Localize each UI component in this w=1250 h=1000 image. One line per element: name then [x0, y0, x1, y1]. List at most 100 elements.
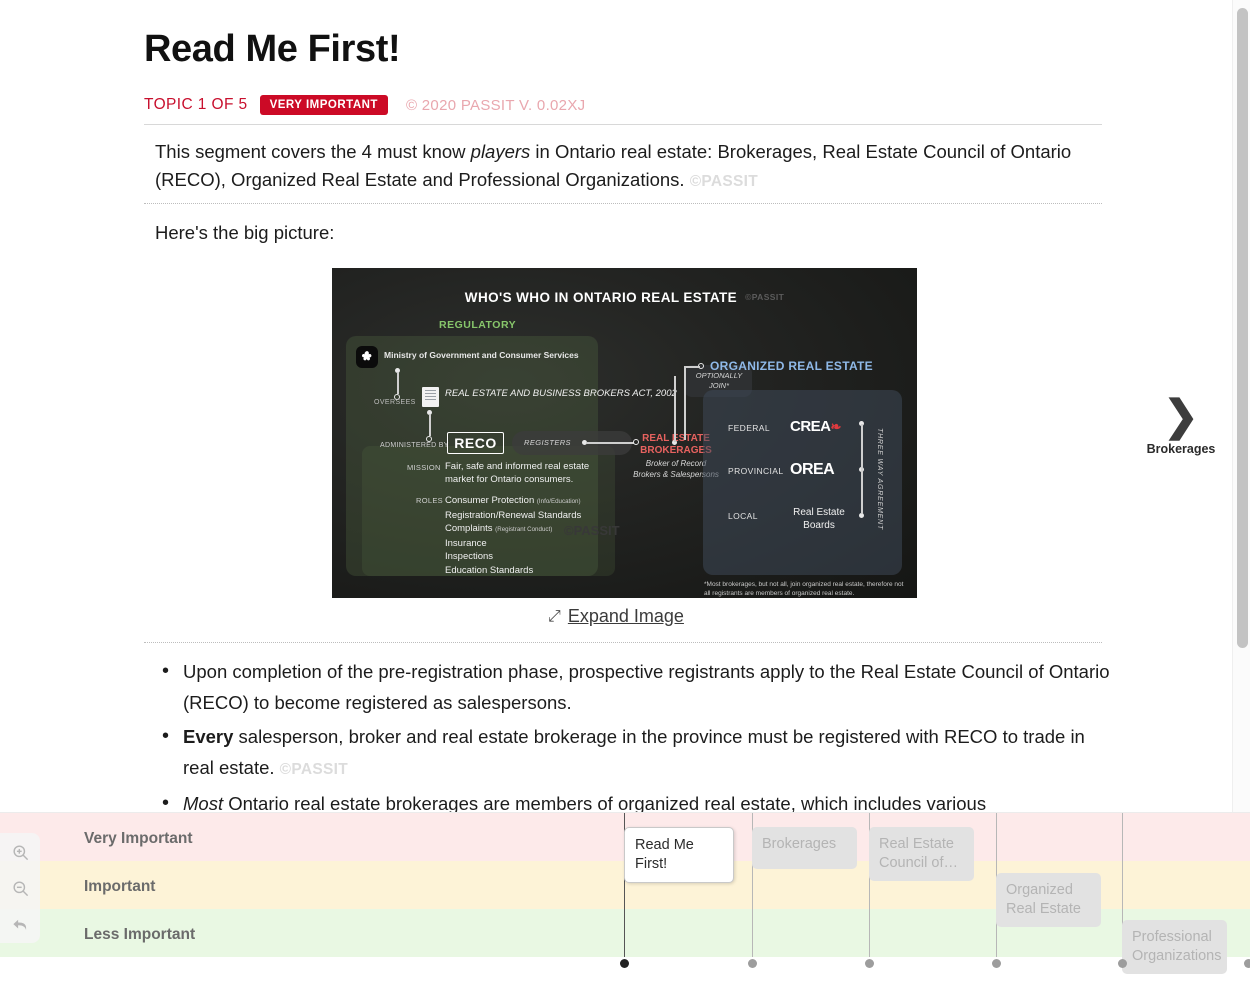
bullet-emphasis: Most: [183, 793, 224, 812]
crea-text: CREA: [790, 418, 831, 435]
app-root: Read Me First! TOPIC 1 OF 5 VERY IMPORTA…: [0, 0, 1250, 1000]
diagram-figure[interactable]: WHO'S WHO IN ONTARIO REAL ESTATE ©PASSIT …: [332, 268, 917, 598]
regulatory-label: REGULATORY: [439, 319, 517, 331]
orea-logo: OREA: [790, 461, 835, 478]
bullet-list: Upon completion of the pre-registration …: [155, 656, 1110, 812]
role-item: Complaints (Registrant Conduct): [445, 522, 581, 537]
real-estate-boards-label: Real Estate Boards: [793, 507, 845, 531]
lead-in-text: Here's the big picture:: [155, 222, 335, 243]
list-item: Every salesperson, broker and real estat…: [155, 721, 1110, 785]
divider-after-intro: [144, 203, 1102, 204]
band-label-important: Important: [84, 878, 156, 895]
timeline-dot[interactable]: [865, 959, 874, 968]
vertical-scrollbar-thumb[interactable]: [1237, 8, 1248, 648]
bullet-text: Upon completion of the pre-registration …: [183, 661, 1110, 713]
timeline-dot-active[interactable]: [620, 959, 629, 968]
next-topic-nav[interactable]: ❯ Brokerages: [1130, 395, 1232, 457]
expand-arrows-icon: ⤢: [548, 607, 561, 625]
bullet-text: Ontario real estate brokerages are membe…: [223, 793, 987, 812]
three-way-agreement-label: THREE WAY AGREEMENT: [876, 428, 883, 531]
role-main: Consumer Protection: [445, 495, 535, 506]
who-is-who-diagram[interactable]: WHO'S WHO IN ONTARIO REAL ESTATE ©PASSIT …: [332, 268, 917, 598]
level-provincial-label: PROVINCIAL: [728, 466, 784, 476]
role-item: Consumer Protection (Info/Education): [445, 494, 581, 509]
crea-logo: CREA❧: [790, 418, 841, 435]
level-local-label: LOCAL: [728, 511, 758, 521]
vertical-scrollbar-track[interactable]: [1232, 0, 1250, 812]
expand-image-link[interactable]: Expand Image: [568, 606, 684, 627]
timeline-card[interactable]: Brokerages: [752, 827, 857, 869]
timeline-dot[interactable]: [1244, 959, 1250, 968]
oversees-label: OVERSEES: [374, 399, 416, 406]
diagram-watermark-inner: ©PASSIT: [564, 523, 620, 538]
timeline-zoom-controls[interactable]: [0, 833, 40, 943]
mission-text: Fair, safe and informed real estate mark…: [445, 461, 590, 485]
timeline-card[interactable]: Organized Real Estate: [996, 873, 1101, 927]
intro-paragraph: This segment covers the 4 must know play…: [155, 138, 1103, 196]
act-label: REAL ESTATE AND BUSINESS BROKERS ACT, 20…: [445, 388, 677, 399]
organized-real-estate-title: ORGANIZED REAL ESTATE: [710, 359, 873, 373]
watermark-intro: ©PASSIT: [689, 173, 759, 190]
page-title: Read Me First!: [144, 28, 401, 70]
role-main: Registration/Renewal Standards: [445, 509, 582, 521]
topic-timeline-panel[interactable]: Very Important Important Less Important …: [0, 812, 1250, 1000]
zoom-in-icon[interactable]: [7, 839, 33, 865]
intro-emphasis: players: [470, 141, 531, 162]
role-item: Inspections: [445, 550, 581, 564]
connector-line-ministry: [397, 372, 399, 394]
chevron-right-icon[interactable]: ❯: [1130, 395, 1232, 437]
role-main: Education Standards: [445, 564, 534, 576]
timeline-card[interactable]: Real Estate Council of…: [869, 827, 974, 881]
mission-label: MISSION: [407, 463, 441, 472]
ministry-label: Ministry of Government and Consumer Serv…: [384, 350, 579, 360]
role-item: Registration/Renewal Standards: [445, 509, 581, 523]
role-item: Education Standards: [445, 564, 581, 578]
diagram-watermark: ©PASSIT: [745, 292, 785, 302]
band-label-less-important: Less Important: [84, 926, 196, 943]
diagram-title-text: WHO'S WHO IN ONTARIO REAL ESTATE: [464, 290, 738, 305]
act-document-icon: [422, 387, 439, 407]
undo-arrow-icon[interactable]: [7, 911, 33, 937]
connector-line-ore-v: [684, 366, 686, 440]
timeline-card[interactable]: Professional Organizations: [1122, 920, 1227, 974]
role-sub: (Registrant Conduct): [495, 526, 553, 533]
timeline-dot[interactable]: [748, 959, 757, 968]
list-item: Upon completion of the pre-registration …: [155, 656, 1110, 718]
optionally-join-label: OPTIONALLY JOIN*: [695, 371, 743, 390]
role-main: Complaints: [445, 523, 493, 534]
zoom-out-icon[interactable]: [7, 875, 33, 901]
role-main: Inspections: [445, 551, 494, 562]
crea-leaf-icon: ❧: [830, 419, 842, 434]
expand-image-row[interactable]: ⤢ Expand Image: [0, 606, 1232, 627]
content-scroll-area[interactable]: Read Me First! TOPIC 1 OF 5 VERY IMPORTA…: [0, 0, 1232, 812]
connector-line-three-way: [861, 424, 863, 514]
list-item: Most Ontario real estate brokerages are …: [155, 788, 1110, 812]
diagram-title: WHO'S WHO IN ONTARIO REAL ESTATE ©PASSIT: [332, 290, 917, 305]
registers-label: REGISTERS: [524, 438, 571, 447]
diagram-footnote: *Most brokerages, but not all, join orga…: [704, 581, 904, 597]
divider-after-figure: [144, 642, 1102, 643]
role-item: Insurance: [445, 537, 581, 551]
ontario-trillium-icon: [356, 346, 378, 368]
divider-top: [144, 124, 1102, 125]
watermark-bullet: ©PASSIT: [279, 761, 349, 778]
role-main: Insurance: [445, 537, 487, 549]
connector-line-ore-h: [684, 366, 700, 368]
connector-line-brokerages-up: [674, 376, 676, 442]
level-federal-label: FEDERAL: [728, 423, 771, 433]
timeline-dot[interactable]: [992, 959, 1001, 968]
intro-text-a: This segment covers the 4 must know: [155, 141, 471, 162]
copyright-version: © 2020 PASSIT V. 0.02XJ: [405, 96, 586, 114]
reco-logo: RECO: [447, 432, 504, 454]
roles-list: Consumer Protection (Info/Education) Reg…: [445, 494, 581, 577]
connector-line-act: [429, 414, 431, 436]
importance-badge: VERY IMPORTANT: [259, 94, 388, 116]
administered-by-label: ADMINISTERED BY: [380, 442, 449, 449]
timeline-card-active[interactable]: Read Me First!: [624, 827, 734, 883]
timeline-dot[interactable]: [1118, 959, 1127, 968]
band-label-very-important: Very Important: [84, 830, 193, 847]
next-topic-label: Brokerages: [1146, 442, 1216, 456]
topic-counter: TOPIC 1 OF 5: [144, 96, 248, 113]
bullet-emphasis: Every: [183, 726, 234, 747]
roles-label: ROLES: [416, 496, 443, 505]
